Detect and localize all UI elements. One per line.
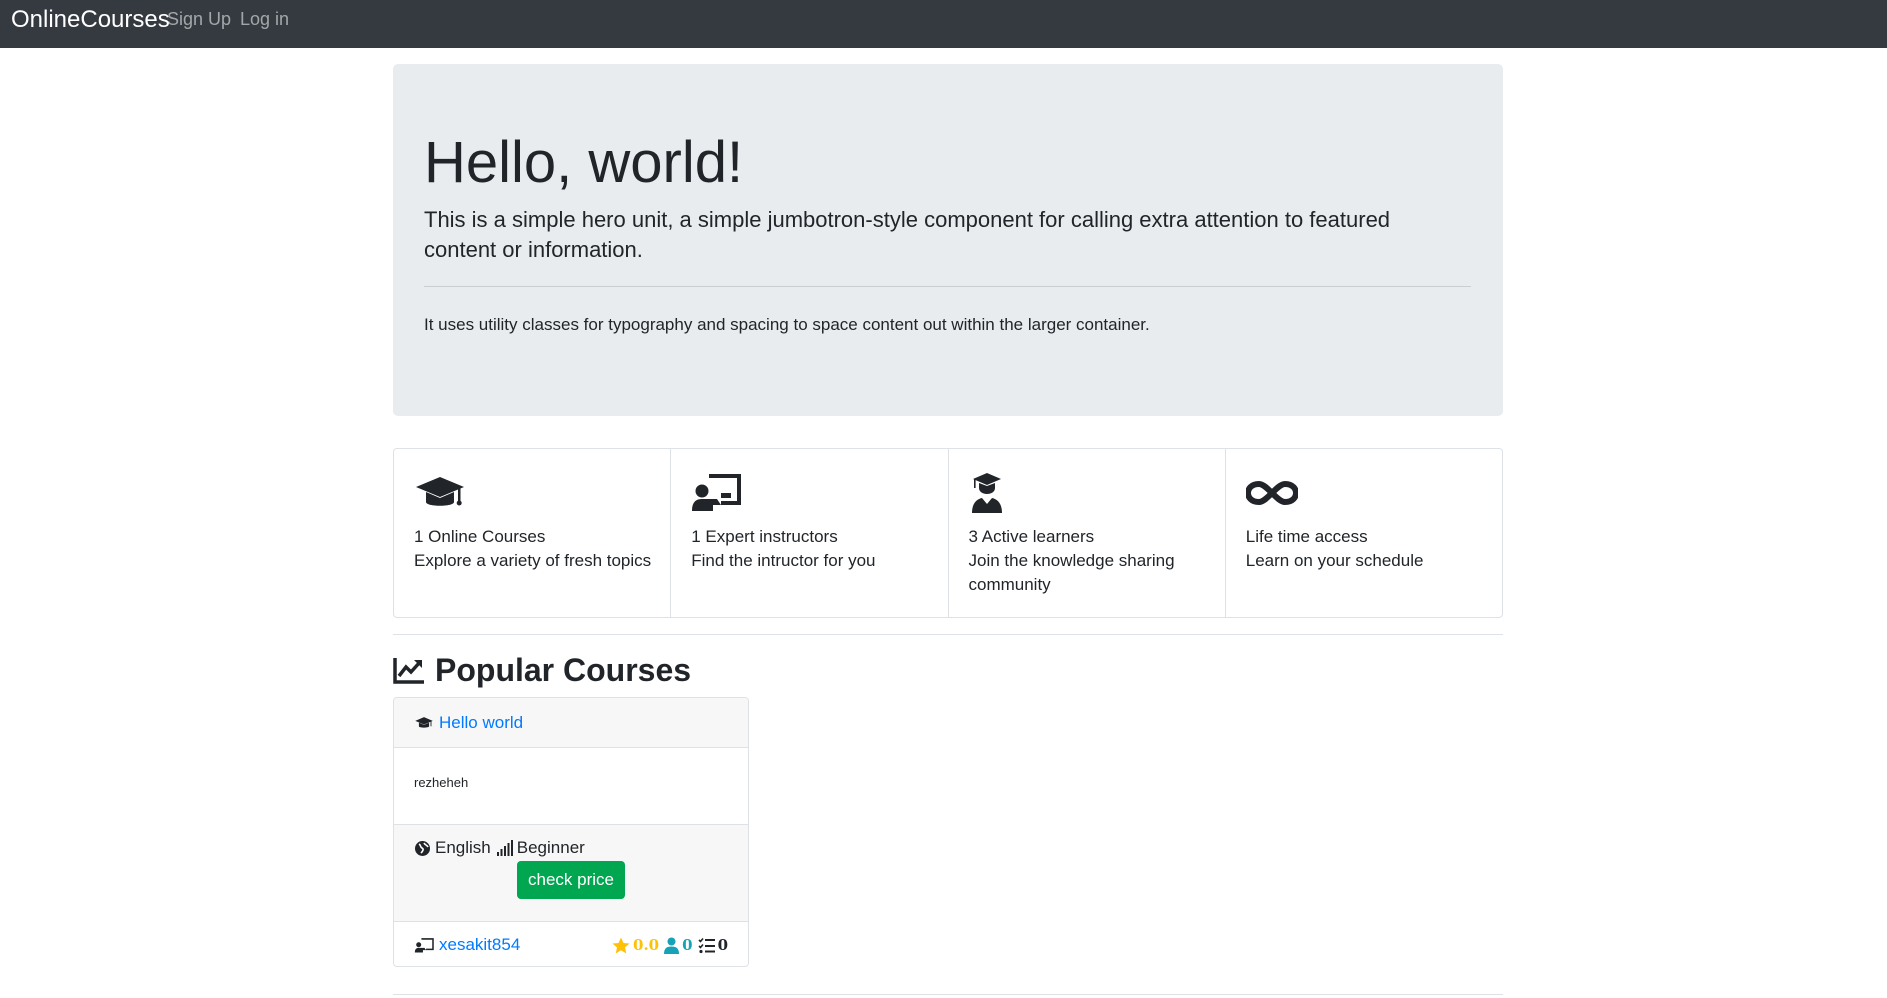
course-card-meta: English Beginner check price bbox=[394, 824, 748, 922]
feature-lifetime: Life time access Learn on your schedule bbox=[1226, 449, 1502, 617]
course-card: Hello world rezheheh English Beginner ch… bbox=[393, 697, 749, 967]
course-rating: 0.0 bbox=[633, 936, 660, 954]
feature-title: 1 Expert instructors bbox=[691, 527, 838, 546]
popular-courses-title: Popular Courses bbox=[435, 652, 692, 688]
jumbotron-divider bbox=[424, 286, 1471, 287]
graduation-cap-icon bbox=[414, 471, 466, 515]
infinity-icon bbox=[1245, 471, 1298, 515]
section-divider bbox=[393, 634, 1503, 635]
feature-text: Life time access Learn on your schedule bbox=[1246, 525, 1486, 573]
feature-text: 1 Expert instructors Find the intructor … bbox=[691, 525, 931, 573]
star-icon bbox=[612, 937, 630, 953]
course-lessons: 0 bbox=[717, 936, 728, 954]
globe-icon bbox=[415, 840, 430, 856]
chalkboard-teacher-icon bbox=[414, 937, 434, 952]
jumbotron-lead: This is a simple hero unit, a simple jum… bbox=[424, 207, 1391, 262]
features-row: 1 Online Courses Explore a variety of fr… bbox=[393, 448, 1503, 618]
user-graduate-icon bbox=[969, 471, 1021, 515]
chart-line-icon bbox=[393, 658, 424, 684]
feature-text: 3 Active learners Join the knowledge sha… bbox=[969, 525, 1209, 597]
feature-subtitle: Explore a variety of fresh topics bbox=[414, 551, 652, 570]
feature-instructors: 1 Expert instructors Find the intructor … bbox=[671, 449, 949, 617]
feature-courses: 1 Online Courses Explore a variety of fr… bbox=[394, 449, 672, 617]
course-stats: 0.0 0 0 bbox=[607, 936, 728, 954]
course-level: Beginner bbox=[516, 838, 585, 857]
navbar: OnlineCourses Sign Up Log in bbox=[0, 0, 1887, 48]
brand-link[interactable]: OnlineCourses bbox=[11, 8, 170, 32]
jumbotron-title: Hello, world! bbox=[424, 130, 744, 195]
tasks-icon bbox=[697, 937, 715, 953]
course-language: English bbox=[435, 838, 491, 857]
feature-learners: 3 Active learners Join the knowledge sha… bbox=[949, 449, 1226, 617]
course-title-link[interactable]: Hello world bbox=[439, 713, 523, 733]
feature-title: Life time access bbox=[1245, 527, 1368, 546]
course-card-body: rezheheh bbox=[394, 748, 748, 824]
feature-subtitle: Learn on your schedule bbox=[1245, 551, 1424, 570]
jumbotron-text: It uses utility classes for typography a… bbox=[424, 315, 1150, 334]
nav-login-link[interactable]: Log in bbox=[240, 10, 289, 28]
chalkboard-teacher-icon bbox=[691, 471, 743, 515]
course-card-header: Hello world bbox=[394, 698, 748, 748]
course-card-footer: xesakit854 0.0 0 0 bbox=[394, 922, 748, 966]
feature-text: 1 Online Courses Explore a variety of fr… bbox=[414, 525, 654, 573]
feature-subtitle: Join the knowledge sharing community bbox=[968, 551, 1175, 594]
course-description: rezheheh bbox=[414, 775, 469, 790]
section-divider bbox=[393, 994, 1503, 995]
check-price-button[interactable]: check price bbox=[517, 861, 625, 899]
course-students: 0 bbox=[682, 936, 693, 954]
graduation-cap-icon bbox=[415, 717, 433, 728]
feature-title: 1 Online Courses bbox=[414, 527, 546, 546]
nav-signup-link[interactable]: Sign Up bbox=[167, 10, 231, 28]
feature-title: 3 Active learners bbox=[968, 527, 1095, 546]
jumbotron: Hello, world! This is a simple hero unit… bbox=[393, 64, 1503, 416]
instructor-link[interactable]: xesakit854 bbox=[439, 935, 520, 955]
user-icon bbox=[664, 937, 680, 954]
signal-icon bbox=[496, 839, 513, 856]
feature-subtitle: Find the intructor for you bbox=[691, 551, 876, 570]
popular-courses-heading: Popular Courses bbox=[393, 648, 691, 692]
